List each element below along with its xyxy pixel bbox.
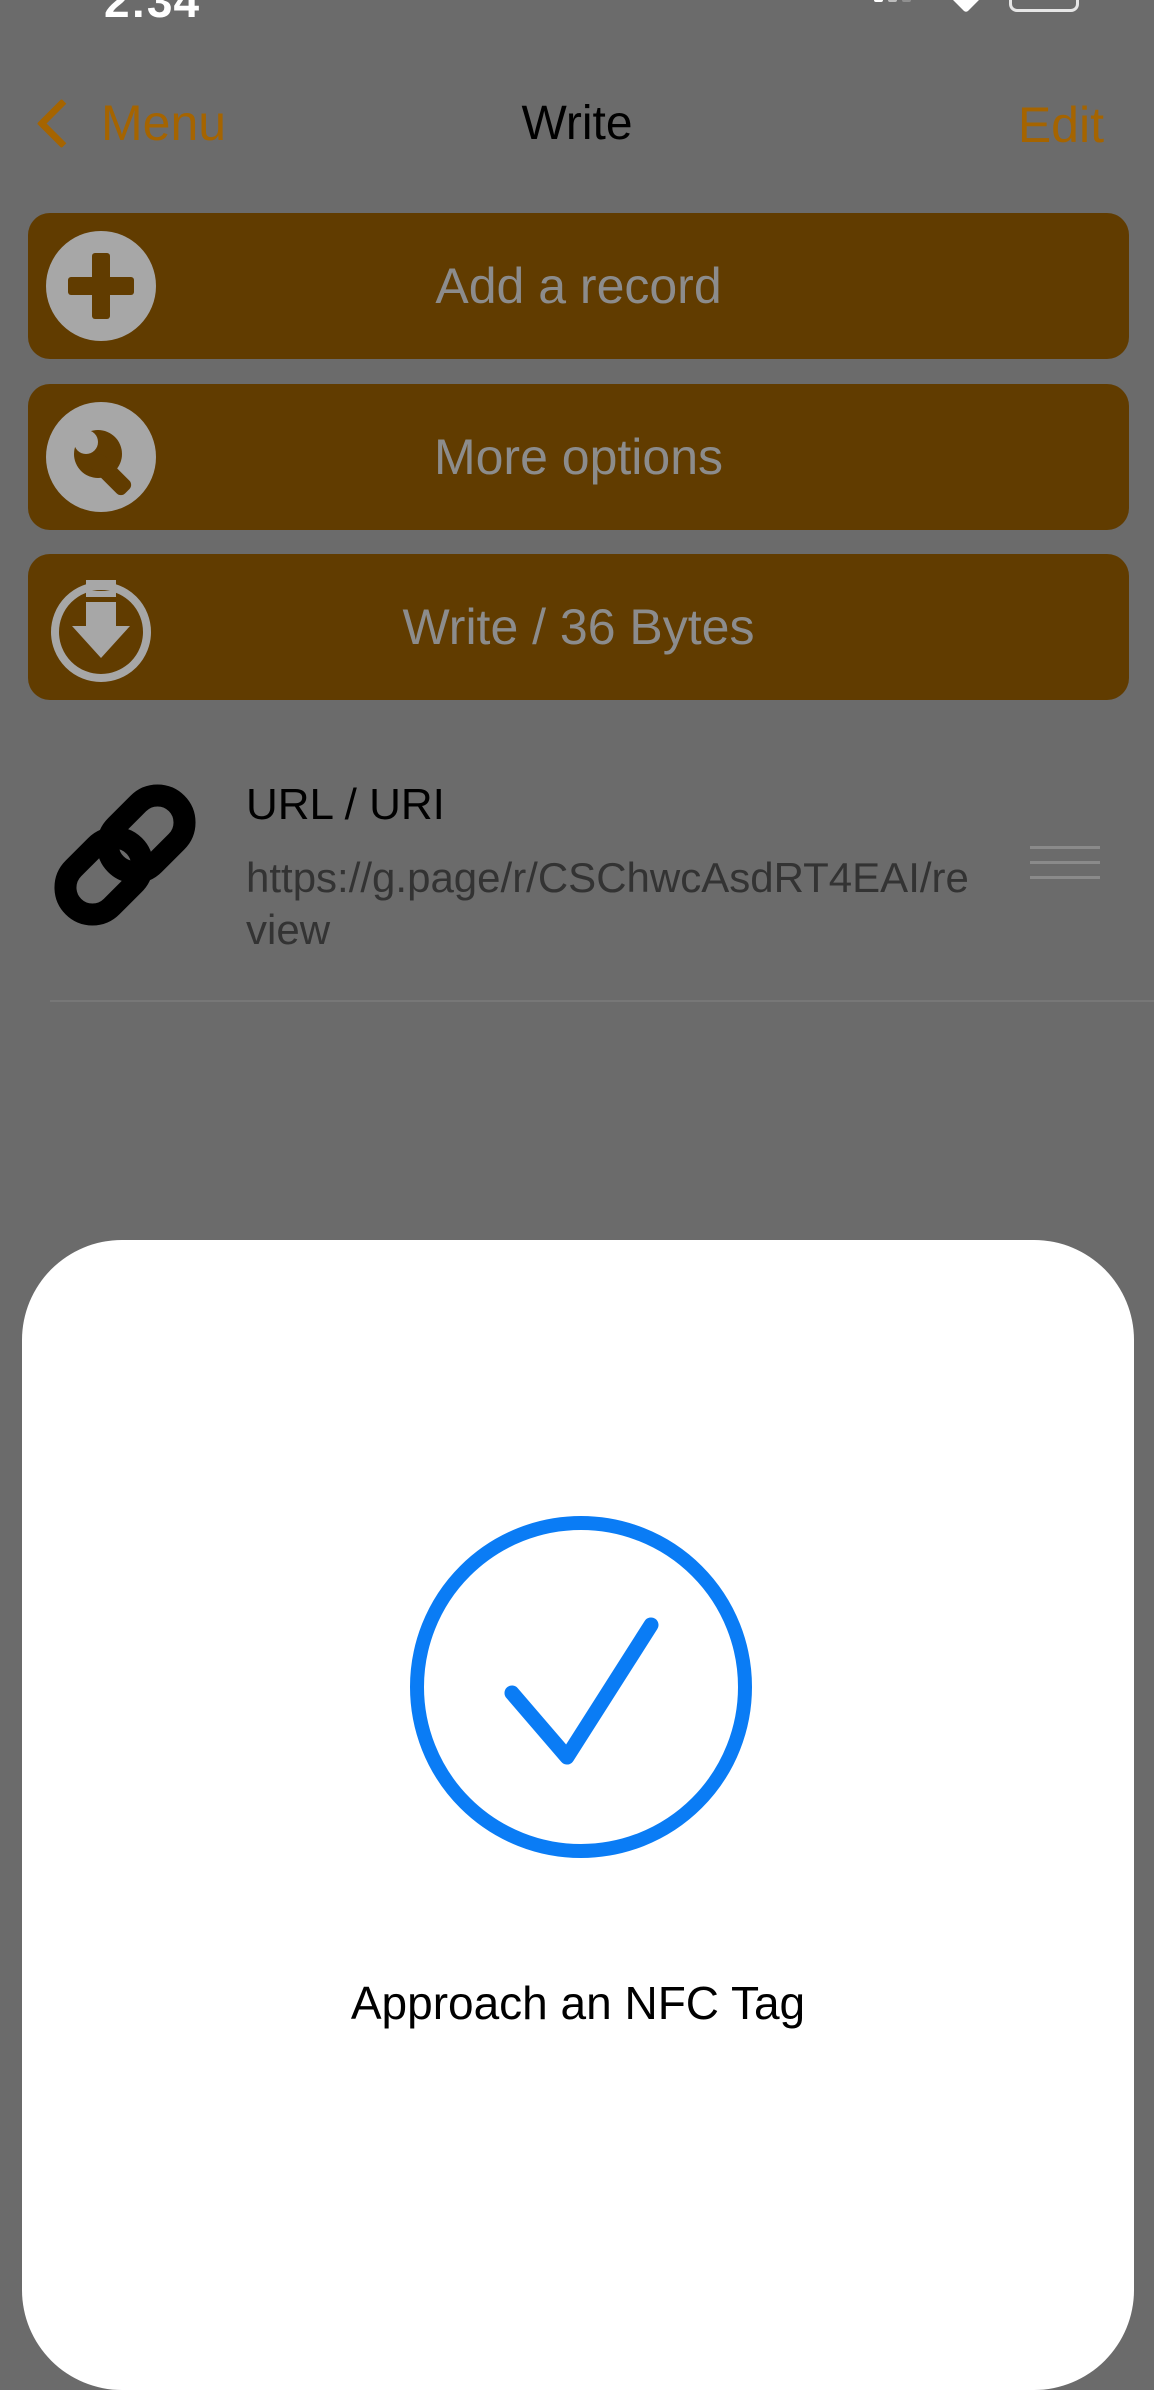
nfc-status-message: Approach an NFC Tag xyxy=(350,1977,806,2029)
wifi-icon xyxy=(949,0,983,13)
page-title: Write xyxy=(521,97,633,150)
checkmark-circle-icon xyxy=(406,1512,756,1862)
status-bar: 2:34 xyxy=(0,0,1154,27)
divider xyxy=(50,1000,1154,1002)
write-button[interactable]: Write / 36 Bytes xyxy=(28,554,1129,700)
navigation-bar: Menu Write Edit xyxy=(0,60,1154,190)
signal-icon xyxy=(874,0,883,2)
status-icons xyxy=(874,0,1094,13)
record-type-title: URL / URI xyxy=(246,780,445,829)
link-icon xyxy=(40,770,210,940)
more-options-label: More options xyxy=(433,429,724,485)
add-record-label: Add a record xyxy=(435,258,722,314)
write-label: Write / 36 Bytes xyxy=(402,599,755,655)
drag-handle-icon[interactable] xyxy=(1030,846,1100,886)
more-options-button[interactable]: More options xyxy=(28,384,1129,530)
record-url-value: https://g.page/r/CSChwcAsdRT4EAI/review xyxy=(246,854,969,953)
edit-button[interactable]: Edit xyxy=(1018,96,1104,154)
status-time: 2:34 xyxy=(104,0,201,27)
nfc-scan-sheet: Approach an NFC Tag xyxy=(22,1240,1134,2390)
battery-icon xyxy=(1009,0,1079,12)
add-record-button[interactable]: Add a record xyxy=(28,213,1129,359)
record-row[interactable]: URL / URI https://g.page/r/CSChwcAsdRT4E… xyxy=(0,740,1154,1002)
